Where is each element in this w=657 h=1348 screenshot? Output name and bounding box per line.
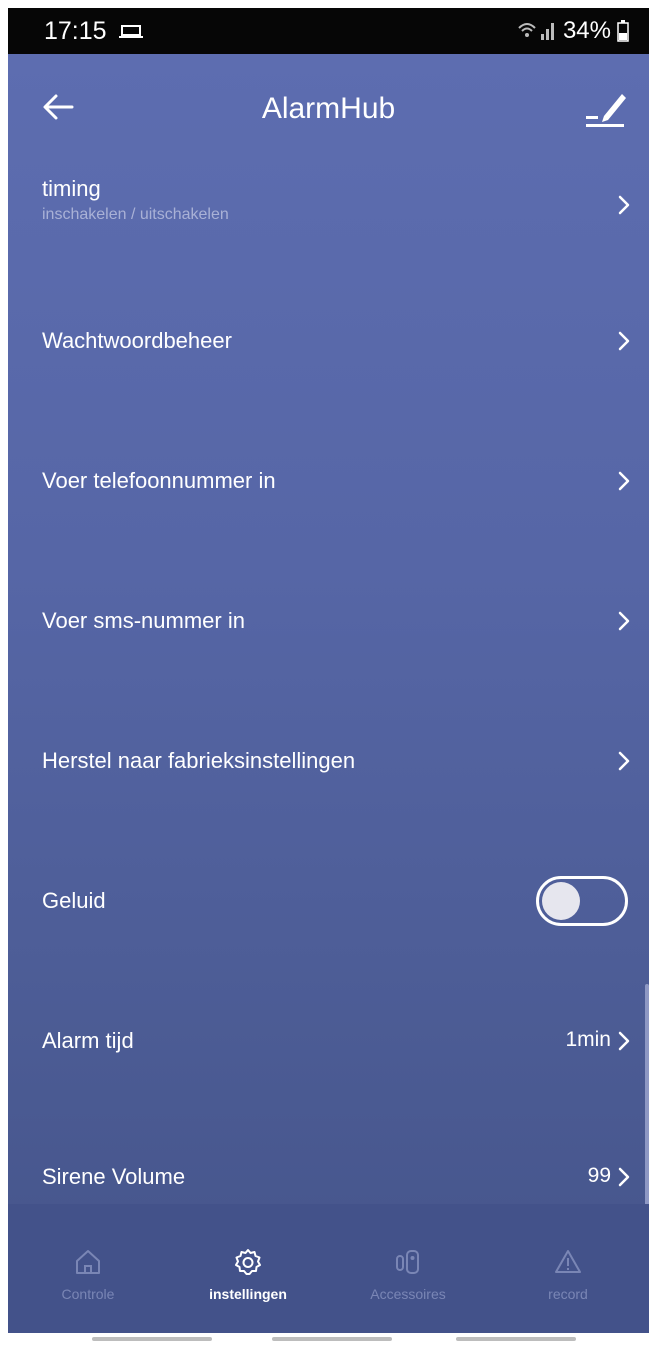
password-label: Wachtwoordbeheer — [42, 328, 232, 353]
tab-label: record — [548, 1286, 588, 1302]
chevron-right-icon — [618, 1031, 630, 1051]
edit-icon[interactable] — [582, 88, 628, 128]
tab-accessoires[interactable]: Accessoires — [328, 1204, 488, 1333]
siren-volume-label: Sirene Volume — [42, 1164, 186, 1189]
chevron-right-icon — [618, 1167, 630, 1187]
chevron-right-icon — [618, 751, 630, 771]
sensor-icon — [396, 1250, 419, 1274]
sms-label: Voer sms-nummer in — [42, 608, 245, 633]
tab-label: Accessoires — [370, 1286, 446, 1302]
chevron-right-icon — [618, 471, 630, 491]
siren-volume-value: 99 — [587, 1164, 611, 1187]
tab-instellingen[interactable]: instellingen — [168, 1204, 328, 1333]
page-title: AlarmHub — [261, 92, 396, 125]
timing-label: timing — [42, 176, 101, 201]
home-icon — [76, 1250, 100, 1274]
nav-back[interactable] — [456, 1337, 576, 1341]
tab-label: instellingen — [209, 1286, 287, 1302]
scrollbar[interactable] — [645, 984, 649, 1224]
status-time: 17:15 — [44, 17, 107, 45]
app-content: AlarmHub timing inschakelen / uitschakel… — [8, 54, 649, 1333]
toggle-knob — [542, 882, 580, 920]
status-bar: 17:15 34% — [8, 8, 649, 54]
nav-home[interactable] — [272, 1337, 392, 1341]
gear-icon — [235, 1249, 261, 1275]
timing-sublabel: inschakelen / uitschakelen — [42, 206, 229, 223]
chevron-right-icon — [618, 331, 630, 351]
phone-label: Voer telefoonnummer in — [42, 468, 276, 493]
alarm-time-label: Alarm tijd — [42, 1028, 134, 1053]
setting-password[interactable]: Wachtwoordbeheer — [8, 306, 649, 376]
tab-label: Controle — [61, 1286, 115, 1302]
setting-phone[interactable]: Voer telefoonnummer in — [8, 446, 649, 516]
setting-siren-volume[interactable]: Sirene Volume 99 — [8, 1146, 649, 1204]
setting-sms[interactable]: Voer sms-nummer in — [8, 586, 649, 656]
battery-icon — [617, 20, 629, 42]
app-bar: AlarmHub — [8, 54, 649, 164]
reset-label: Herstel naar fabrieksinstellingen — [42, 748, 356, 773]
warning-icon — [555, 1250, 581, 1273]
alarm-time-value: 1min — [565, 1028, 611, 1051]
nav-recents[interactable] — [92, 1337, 212, 1341]
chevron-right-icon — [618, 195, 630, 215]
status-right: 34% — [517, 17, 629, 45]
phone-screen: 17:15 34% AlarmHub timing inschakelen / … — [8, 8, 649, 1333]
tab-record[interactable]: record — [488, 1204, 648, 1333]
setting-sound: Geluid — [8, 866, 649, 936]
setting-timing[interactable]: timing inschakelen / uitschakelen — [8, 166, 649, 246]
setting-alarm-time[interactable]: Alarm tijd 1min — [8, 1006, 649, 1076]
chevron-right-icon — [618, 611, 630, 631]
tab-controle[interactable]: Controle — [8, 1204, 168, 1333]
battery-percent: 34% — [562, 17, 611, 44]
laptop-icon — [119, 25, 143, 38]
system-nav-bar — [0, 1333, 657, 1348]
wifi-signal-icon — [518, 23, 554, 40]
sound-label: Geluid — [42, 888, 106, 913]
bottom-tab-bar: Controle instellingen Accessoires record — [8, 1204, 649, 1333]
setting-factory-reset[interactable]: Herstel naar fabrieksinstellingen — [8, 726, 649, 796]
sound-toggle[interactable] — [536, 876, 628, 926]
